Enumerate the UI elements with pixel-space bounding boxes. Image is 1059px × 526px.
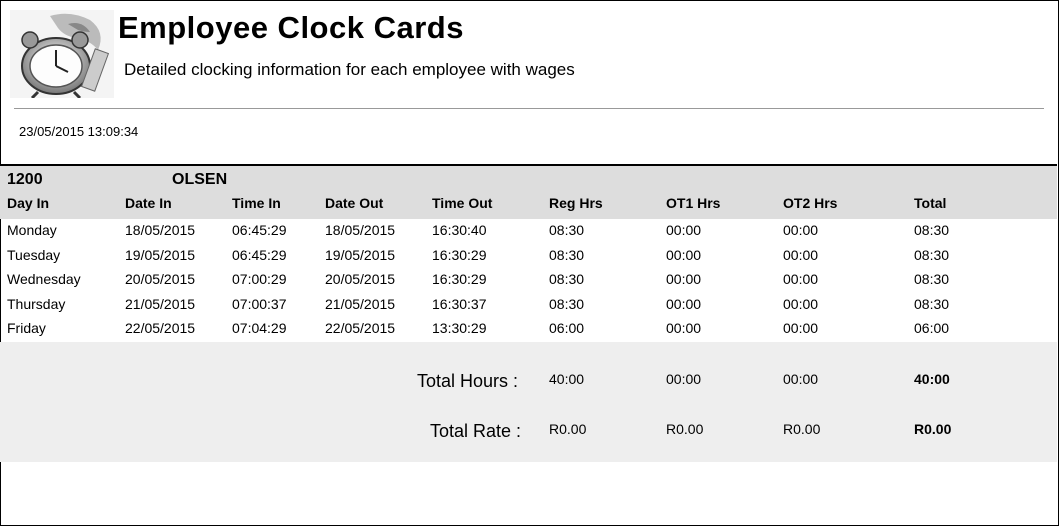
- cell-date-out: 20/05/2015: [325, 271, 396, 287]
- table-row: Friday 22/05/2015 07:04:29 22/05/2015 13:30:…: [0, 317, 1057, 341]
- cell-time-in: 07:04:29: [232, 320, 287, 336]
- cell-reg-hrs: 08:30: [549, 246, 585, 263]
- table-row: Monday 18/05/2015 06:45:29 18/05/2015 16:30:…: [0, 219, 1057, 243]
- total-rate-total: R0.00: [914, 421, 952, 437]
- cell-reg-hrs: 08:30: [549, 271, 585, 287]
- cell-reg-hrs: 08:30: [549, 295, 585, 312]
- employee-group-header: [0, 166, 1057, 219]
- cell-day-in: Friday: [7, 320, 46, 336]
- column-header-total: Total: [914, 195, 947, 211]
- cell-day-in: Monday: [7, 222, 57, 238]
- cell-reg-hrs: 08:30: [549, 222, 585, 238]
- totals-section: Total Hours : 40:00 00:00 00:00 40:00 To…: [0, 342, 1057, 462]
- column-header-day-in: Day In: [7, 195, 50, 211]
- cell-ot2-hrs: 00:00: [783, 295, 819, 312]
- cell-total: 08:30: [914, 222, 950, 238]
- cell-total: 08:30: [914, 246, 950, 263]
- cell-time-in: 06:45:29: [232, 222, 287, 238]
- cell-ot2-hrs: 00:00: [783, 246, 819, 263]
- cell-time-in: 07:00:37: [232, 295, 287, 312]
- cell-ot1-hrs: 00:00: [666, 320, 702, 336]
- cell-time-out: 16:30:40: [432, 222, 487, 238]
- report-title: Employee Clock Cards: [118, 10, 464, 45]
- report-header: Employee Clock Cards Detailed clocking i…: [0, 0, 1057, 166]
- cell-time-out: 16:30:37: [432, 295, 487, 312]
- cell-time-out: 13:30:29: [432, 320, 487, 336]
- cell-date-in: 20/05/2015: [125, 271, 196, 287]
- total-hours-total: 40:00: [914, 371, 950, 387]
- cell-ot1-hrs: 00:00: [666, 271, 702, 287]
- column-header-date-out: Date Out: [325, 195, 384, 211]
- cell-total: 08:30: [914, 271, 950, 287]
- cell-time-out: 16:30:29: [432, 246, 487, 263]
- cell-time-in: 07:00:29: [232, 271, 287, 287]
- total-hours-label: Total Hours :: [417, 371, 519, 391]
- total-hours-reg: 40:00: [549, 371, 585, 387]
- cell-ot2-hrs: 00:00: [783, 222, 819, 238]
- cell-day-in: Tuesday: [7, 246, 61, 263]
- cell-ot2-hrs: 00:00: [783, 271, 819, 287]
- column-header-ot1-hrs: OT1 Hrs: [666, 195, 721, 211]
- cell-ot1-hrs: 00:00: [666, 246, 702, 263]
- column-header-time-out: Time Out: [432, 195, 493, 211]
- cell-ot1-hrs: 00:00: [666, 222, 702, 238]
- report-subtitle: Detailed clocking information for each e…: [124, 60, 575, 79]
- column-header-date-in: Date In: [125, 195, 172, 211]
- cell-date-in: 18/05/2015: [125, 222, 196, 238]
- cell-reg-hrs: 06:00: [549, 320, 585, 336]
- cell-date-in: 21/05/2015: [125, 295, 196, 312]
- cell-date-in: 19/05/2015: [125, 246, 196, 263]
- total-hours-ot2: 00:00: [783, 371, 819, 387]
- employee-name: OLSEN: [172, 171, 228, 188]
- total-rate-label: Total Rate :: [430, 421, 522, 441]
- total-rate-ot2: R0.00: [783, 421, 821, 437]
- column-header-ot2-hrs: OT2 Hrs: [783, 195, 838, 211]
- alarm-clock-logo-icon: [10, 10, 114, 100]
- cell-total: 08:30: [914, 295, 950, 312]
- cell-date-out: 18/05/2015: [325, 222, 396, 238]
- column-header-time-in: Time In: [232, 195, 281, 211]
- cell-ot1-hrs: 00:00: [666, 295, 702, 312]
- header-divider: [14, 108, 1044, 109]
- printed-timestamp: 23/05/2015 13:09:34: [19, 124, 139, 139]
- total-hours-ot1: 00:00: [666, 371, 702, 387]
- table-row: Thursday 21/05/2015 07:00:37 21/05/2015 16:3…: [0, 293, 1057, 317]
- cell-time-out: 16:30:29: [432, 271, 487, 287]
- cell-date-out: 21/05/2015: [325, 295, 396, 312]
- cell-total: 06:00: [914, 320, 950, 336]
- cell-date-in: 22/05/2015: [125, 320, 196, 336]
- employee-code: 1200: [7, 171, 43, 188]
- cell-date-out: 19/05/2015: [325, 246, 396, 263]
- column-header-reg-hrs: Reg Hrs: [549, 195, 603, 211]
- cell-time-in: 06:45:29: [232, 246, 287, 263]
- total-rate-reg: R0.00: [549, 421, 587, 437]
- total-rate-ot1: R0.00: [666, 421, 704, 437]
- table-row: Wednesday 20/05/2015 07:00:29 20/05/2015 16:…: [0, 268, 1057, 292]
- cell-day-in: Thursday: [7, 295, 66, 312]
- cell-ot2-hrs: 00:00: [783, 320, 819, 336]
- table-row: Tuesday 19/05/2015 06:45:29 19/05/2015 16:30…: [0, 244, 1057, 268]
- cell-day-in: Wednesday: [7, 271, 81, 287]
- cell-date-out: 22/05/2015: [325, 320, 396, 336]
